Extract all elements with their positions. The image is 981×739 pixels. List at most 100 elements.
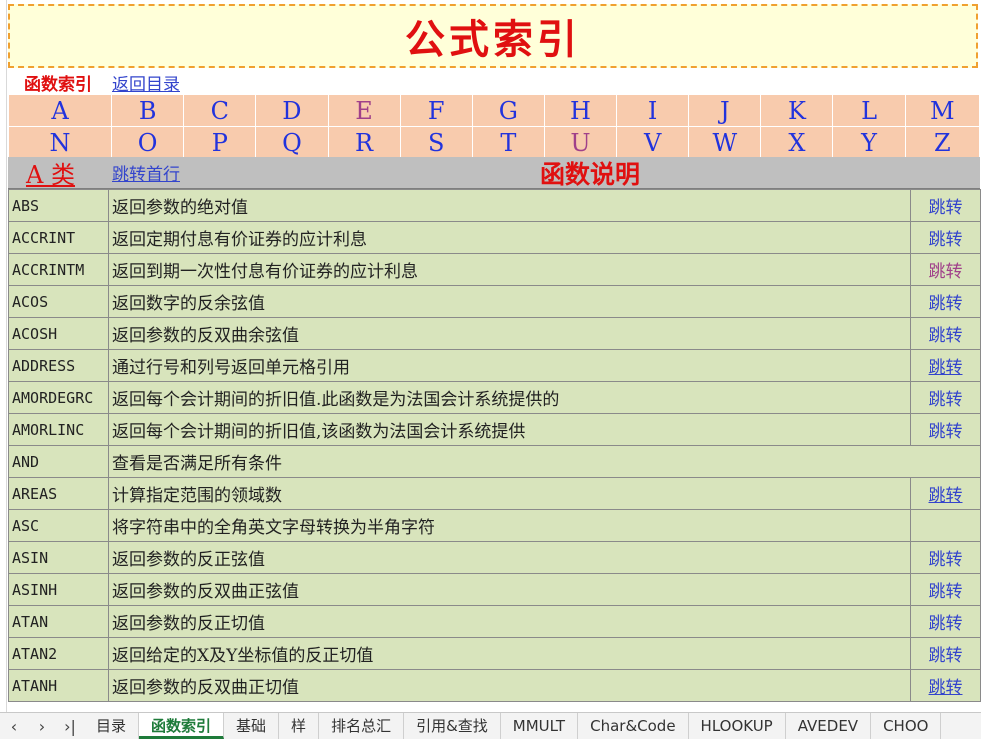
letter-link-b[interactable]: B — [111, 94, 185, 127]
sheet-tab[interactable]: MMULT — [501, 713, 579, 739]
letter-link-l[interactable]: L — [832, 94, 906, 127]
function-description-cell[interactable]: 返回参数的反正弦值 — [108, 541, 911, 574]
function-description-cell[interactable]: 返回每个会计期间的折旧值.此函数是为法国会计系统提供的 — [108, 381, 911, 414]
letter-link-s[interactable]: S — [399, 126, 473, 159]
function-name-cell[interactable]: ACCRINTM — [8, 253, 109, 286]
jump-link-cell[interactable]: 跳转 — [910, 349, 981, 382]
jump-link-cell[interactable] — [910, 509, 981, 542]
table-row: AND 查看是否满足所有条件 — [8, 445, 981, 478]
jump-link-cell[interactable]: 跳转 — [910, 573, 981, 606]
jump-link-cell[interactable]: 跳转 — [910, 221, 981, 254]
sheet-tab[interactable]: 函数索引 — [139, 713, 225, 739]
jump-to-top-link[interactable]: 跳转首行 — [112, 160, 180, 185]
function-name-cell[interactable]: ASC — [8, 509, 109, 542]
function-name-cell[interactable]: AND — [8, 445, 109, 478]
function-description-cell[interactable]: 返回参数的绝对值 — [108, 189, 911, 222]
function-name-cell[interactable]: ASINH — [8, 573, 109, 606]
letter-link-y[interactable]: Y — [832, 126, 906, 159]
function-name-cell[interactable]: ATAN — [8, 605, 109, 638]
sheet-tab[interactable]: 排名总汇 — [319, 713, 405, 739]
function-description-cell[interactable]: 返回定期付息有价证券的应计利息 — [108, 221, 911, 254]
letter-link-i[interactable]: I — [616, 94, 690, 127]
letter-link-j[interactable]: J — [688, 94, 762, 127]
sheet-tab[interactable]: Char&Code — [578, 713, 689, 739]
function-name-cell[interactable]: ACOSH — [8, 317, 109, 350]
letter-link-q[interactable]: Q — [255, 126, 329, 159]
letter-link-f[interactable]: F — [399, 94, 473, 127]
back-to-contents-link[interactable]: 返回目录 — [112, 70, 180, 95]
sheet-tab[interactable]: AVEDEV — [786, 713, 872, 739]
table-row: ASC 将字符串中的全角英文字母转换为半角字符 — [8, 509, 981, 542]
function-description-cell[interactable]: 查看是否满足所有条件 — [108, 445, 981, 478]
function-description-cell[interactable]: 将字符串中的全角英文字母转换为半角字符 — [108, 509, 911, 542]
letter-link-k[interactable]: K — [760, 94, 834, 127]
jump-link-cell[interactable]: 跳转 — [910, 541, 981, 574]
sheet-tab[interactable]: HLOOKUP — [689, 713, 786, 739]
function-name-cell[interactable]: ATAN2 — [8, 637, 109, 670]
jump-link-cell[interactable]: 跳转 — [910, 317, 981, 350]
sheet-tab[interactable]: 样 — [279, 713, 320, 739]
function-name-cell[interactable]: ADDRESS — [8, 349, 109, 382]
function-name-cell[interactable]: AREAS — [8, 477, 109, 510]
letter-link-e[interactable]: E — [327, 94, 401, 127]
letter-link-o[interactable]: O — [111, 126, 185, 159]
letter-link-w[interactable]: W — [688, 126, 762, 159]
letter-link-g[interactable]: G — [471, 94, 545, 127]
jump-link-cell[interactable]: 跳转 — [910, 669, 981, 702]
letter-link-m[interactable]: M — [904, 94, 981, 127]
function-description-cell[interactable]: 返回参数的反双曲余弦值 — [108, 317, 911, 350]
jump-link-cell[interactable]: 跳转 — [910, 605, 981, 638]
title-banner: 公式索引 — [8, 4, 978, 68]
letter-link-a[interactable]: A — [7, 94, 113, 127]
sheet-tab-list: 目录 函数索引 基础样排名总汇 引用&查找 MMULT Char&Code HLOOKUP A… — [84, 713, 942, 739]
letter-link-x[interactable]: X — [760, 126, 834, 159]
letter-row-2: NOPQRSTUVWXYZ — [7, 126, 981, 159]
function-description-cell[interactable]: 返回参数的反双曲正弦值 — [108, 573, 911, 606]
function-name-cell[interactable]: ACCRINT — [8, 221, 109, 254]
letter-link-d[interactable]: D — [255, 94, 329, 127]
spreadsheet-area: 公式索引 函数索引 返回目录 ABCDEFGHIJKLM NOPQRSTUVWX… — [0, 0, 981, 712]
table-row: ABS 返回参数的绝对值 跳转 — [8, 189, 981, 222]
table-row: AMORLINC 返回每个会计期间的折旧值,该函数为法国会计系统提供 跳转 — [8, 413, 981, 446]
jump-link-cell[interactable]: 跳转 — [910, 413, 981, 446]
function-description-cell[interactable]: 通过行号和列号返回单元格引用 — [108, 349, 911, 382]
sheet-tab[interactable]: 引用&查找 — [404, 713, 501, 739]
function-description-cell[interactable]: 返回参数的反正切值 — [108, 605, 911, 638]
letter-link-r[interactable]: R — [327, 126, 401, 159]
jump-link-cell[interactable]: 跳转 — [910, 381, 981, 414]
letter-link-c[interactable]: C — [183, 94, 257, 127]
function-description-cell[interactable]: 返回给定的X及Y坐标值的反正切值 — [108, 637, 911, 670]
sheet-tab-bar: ‹ › ›| 目录 函数索引 基础样排名总汇 引用&查找 MMULT Char&Code H… — [0, 712, 981, 739]
jump-link-cell[interactable]: 跳转 — [910, 637, 981, 670]
function-name-cell[interactable]: ACOS — [8, 285, 109, 318]
function-description-cell[interactable]: 返回到期一次性付息有价证券的应计利息 — [108, 253, 911, 286]
function-description-cell[interactable]: 计算指定范围的领域数 — [108, 477, 911, 510]
function-name-cell[interactable]: ATANH — [8, 669, 109, 702]
sheet-tab[interactable]: 基础 — [224, 713, 280, 739]
function-name-cell[interactable]: AMORLINC — [8, 413, 109, 446]
jump-link-cell[interactable]: 跳转 — [910, 189, 981, 222]
letter-link-z[interactable]: Z — [904, 126, 981, 159]
header-row: 函数索引 返回目录 — [8, 70, 978, 95]
table-row: ADDRESS 通过行号和列号返回单元格引用 跳转 — [8, 349, 981, 382]
function-name-cell[interactable]: ABS — [8, 189, 109, 222]
description-column-header: 函数说明 — [540, 159, 641, 189]
function-name-cell[interactable]: AMORDEGRC — [8, 381, 109, 414]
jump-link-cell[interactable]: 跳转 — [910, 477, 981, 510]
jump-link-cell[interactable]: 跳转 — [910, 253, 981, 286]
letter-link-h[interactable]: H — [543, 94, 618, 127]
prev-sheet-icon[interactable]: ‹ — [0, 717, 28, 736]
function-name-cell[interactable]: ASIN — [8, 541, 109, 574]
letter-link-t[interactable]: T — [471, 126, 545, 159]
next-sheet-icon[interactable]: › — [28, 717, 56, 736]
current-sheet-label: 函数索引 — [24, 74, 92, 95]
jump-link-cell[interactable]: 跳转 — [910, 285, 981, 318]
function-description-cell[interactable]: 返回参数的反双曲正切值 — [108, 669, 911, 702]
sheet-tab[interactable]: CHOO — [871, 713, 942, 739]
function-description-cell[interactable]: 返回数字的反余弦值 — [108, 285, 911, 318]
function-description-cell[interactable]: 返回每个会计期间的折旧值,该函数为法国会计系统提供 — [108, 413, 911, 446]
last-sheet-icon[interactable]: ›| — [56, 717, 84, 736]
letter-link-n[interactable]: N — [7, 126, 113, 159]
sheet-tab[interactable]: 目录 — [84, 713, 140, 739]
letter-link-p[interactable]: P — [183, 126, 257, 159]
